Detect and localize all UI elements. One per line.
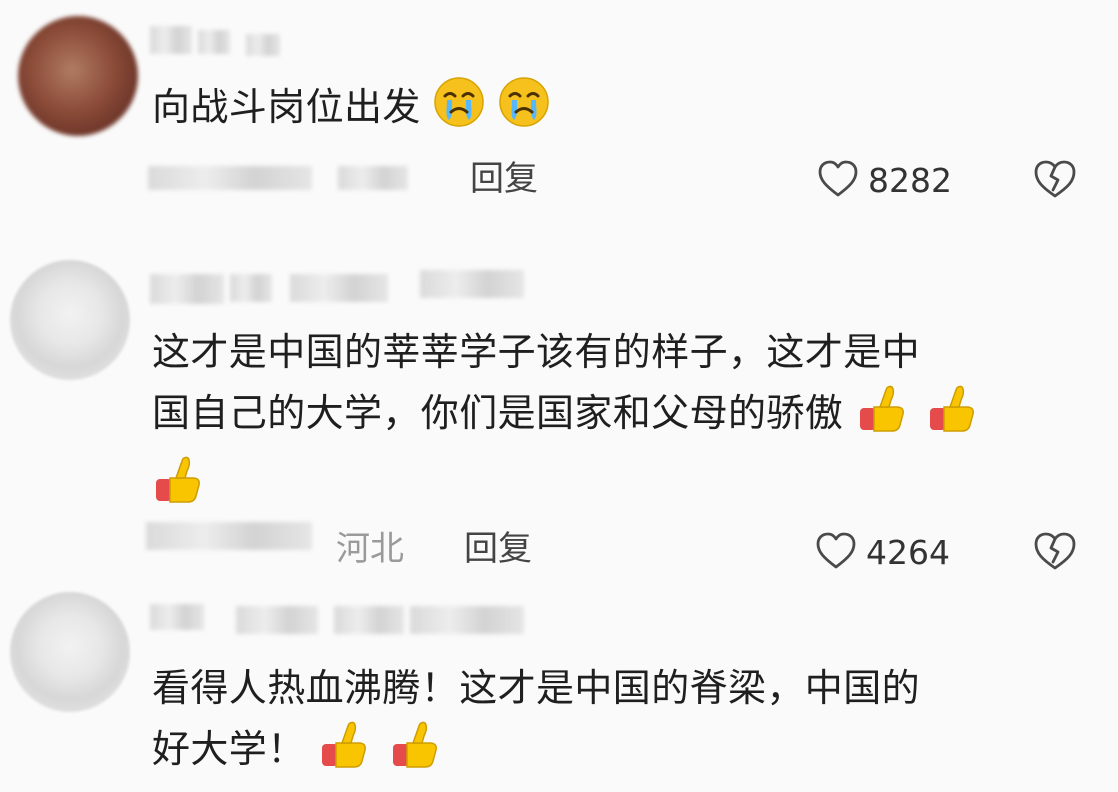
comment-2: 这才是中国的莘莘学子该有的样子，这才是中 国自己的大学，你们是国家和父母的骄傲 (0, 230, 1118, 582)
thumbs-up-icon (152, 451, 210, 522)
meta-blur (338, 166, 408, 190)
username-blur (236, 606, 318, 634)
username-blur (290, 274, 388, 302)
like-button[interactable]: 4264 (816, 532, 950, 574)
dislike-button[interactable] (1034, 532, 1076, 576)
comment-text-line: 向战斗岗位出发 (152, 85, 421, 129)
reply-button[interactable]: 回复 (470, 160, 538, 198)
comment-3: 看得人热血沸腾！这才是中国的脊梁，中国的 好大学！ (0, 582, 1118, 792)
crying-face-icon (498, 76, 550, 143)
username-blur (410, 606, 524, 634)
heart-icon (816, 532, 856, 574)
comment-text-line-2-text: 好大学！ (152, 727, 306, 771)
username-blur (230, 274, 272, 302)
username-blur (420, 270, 524, 298)
avatar[interactable] (10, 260, 130, 380)
comment-text: 看得人热血沸腾！这才是中国的脊梁，中国的 好大学！ (152, 660, 920, 787)
reply-button[interactable]: 回复 (464, 530, 532, 568)
comment-1: 向战斗岗位出发 回复 8282 (0, 0, 1118, 230)
avatar[interactable] (10, 592, 130, 712)
thumbs-up-icon (856, 380, 914, 451)
username-blur (150, 274, 224, 304)
thumbs-up-icon (318, 716, 376, 787)
username-blur (198, 30, 230, 54)
username-blur (150, 26, 192, 54)
like-count: 8282 (868, 161, 952, 200)
crying-face-icon (433, 76, 485, 143)
comment-text-line-1: 这才是中国的莘莘学子该有的样子，这才是中 (152, 330, 921, 374)
comment-text-line-1: 看得人热血沸腾！这才是中国的脊梁，中国的 (152, 666, 921, 710)
thumbs-up-icon (926, 380, 984, 451)
username-blur (150, 604, 204, 630)
comment-text-line-2-text: 国自己的大学，你们是国家和父母的骄傲 (152, 391, 844, 435)
thumbs-up-icon (389, 716, 447, 787)
timestamp-blur (146, 522, 312, 550)
username-blur (334, 606, 404, 634)
timestamp-blur (148, 166, 312, 190)
like-button[interactable]: 8282 (818, 160, 952, 202)
dislike-button[interactable] (1034, 160, 1076, 204)
comment-text: 这才是中国的莘莘学子该有的样子，这才是中 国自己的大学，你们是国家和父母的骄傲 (152, 324, 984, 522)
username-blur (246, 34, 280, 56)
heart-icon (818, 160, 858, 202)
avatar[interactable] (18, 16, 138, 136)
comment-text-line-2: 国自己的大学，你们是国家和父母的骄傲 (152, 380, 984, 451)
comment-text-line-3 (152, 451, 984, 522)
comment-text: 向战斗岗位出发 (152, 76, 550, 143)
like-count: 4264 (866, 533, 950, 572)
comment-text-line-2: 好大学！ (152, 716, 920, 787)
region-label: 河北 (336, 529, 404, 569)
